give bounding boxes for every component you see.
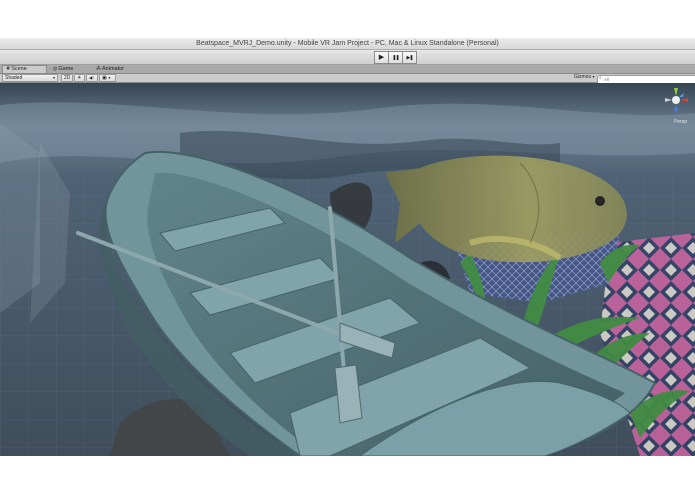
tab-scene-label: Scene [11, 66, 27, 72]
scene-icon: # [6, 66, 11, 72]
gizmos-label: Gizmos [574, 74, 591, 80]
gizmos-dropdown[interactable]: Gizmos ▾ [572, 74, 596, 82]
scene-view-toolbar: Shaded ▾ 2D ☀ ◀) ▣ ▾ Gizmos ▾ ⌕ [0, 74, 695, 85]
tab-animator[interactable]: ⁂Animator [93, 65, 138, 73]
play-icon: ▶ [378, 53, 385, 61]
chevron-down-icon: ▾ [592, 74, 595, 79]
tab-scene[interactable]: #Scene [2, 65, 47, 73]
audio-toggle[interactable]: ◀) [86, 74, 98, 82]
chevron-down-icon: ▾ [108, 75, 111, 80]
render-mode-dropdown[interactable]: Shaded ▾ [2, 74, 58, 82]
sun-icon: ☀ [77, 75, 82, 81]
search-icon: ⌕ [599, 75, 602, 81]
main-toolbar: ▶ ❚❚ ▶❚ [0, 50, 695, 65]
window-title-bar: Beatspace_MVRJ_Demo.unity - Mobile VR Ja… [0, 38, 695, 50]
scene-orientation-gizmo[interactable] [661, 85, 691, 119]
speaker-icon: ◀) [89, 75, 94, 80]
play-button[interactable]: ▶ [374, 51, 389, 64]
pause-icon: ❚❚ [392, 55, 399, 61]
chevron-down-icon: ▾ [52, 75, 55, 80]
pause-button[interactable]: ❚❚ [388, 51, 403, 64]
2d-toggle-label: 2D [64, 75, 71, 81]
tab-game-label: Game [58, 66, 74, 72]
window-title: Beatspace_MVRJ_Demo.unity - Mobile VR Ja… [196, 40, 499, 47]
image-icon: ▣ [102, 75, 107, 81]
editor-tab-bar: #Scene ◎Game ⁂Animator [0, 65, 695, 74]
step-button[interactable]: ▶❚ [402, 51, 417, 64]
2d-toggle[interactable]: 2D [61, 74, 73, 82]
game-icon: ◎ [53, 66, 58, 72]
animator-icon: ⁂ [96, 66, 101, 72]
tab-animator-label: Animator [102, 66, 125, 72]
gizmo-projection-label[interactable]: Persp [674, 119, 687, 125]
tab-game[interactable]: ◎Game [50, 65, 90, 73]
scene-viewport[interactable]: Persp [0, 83, 695, 456]
scene-render [0, 83, 695, 456]
play-controls: ▶ ❚❚ ▶❚ [374, 51, 417, 64]
lighting-toggle[interactable]: ☀ [74, 74, 85, 82]
unity-editor-window: Beatspace_MVRJ_Demo.unity - Mobile VR Ja… [0, 38, 695, 456]
effects-dropdown[interactable]: ▣ ▾ [99, 74, 116, 82]
step-icon: ▶❚ [406, 55, 413, 61]
render-mode-value: Shaded [5, 75, 23, 81]
